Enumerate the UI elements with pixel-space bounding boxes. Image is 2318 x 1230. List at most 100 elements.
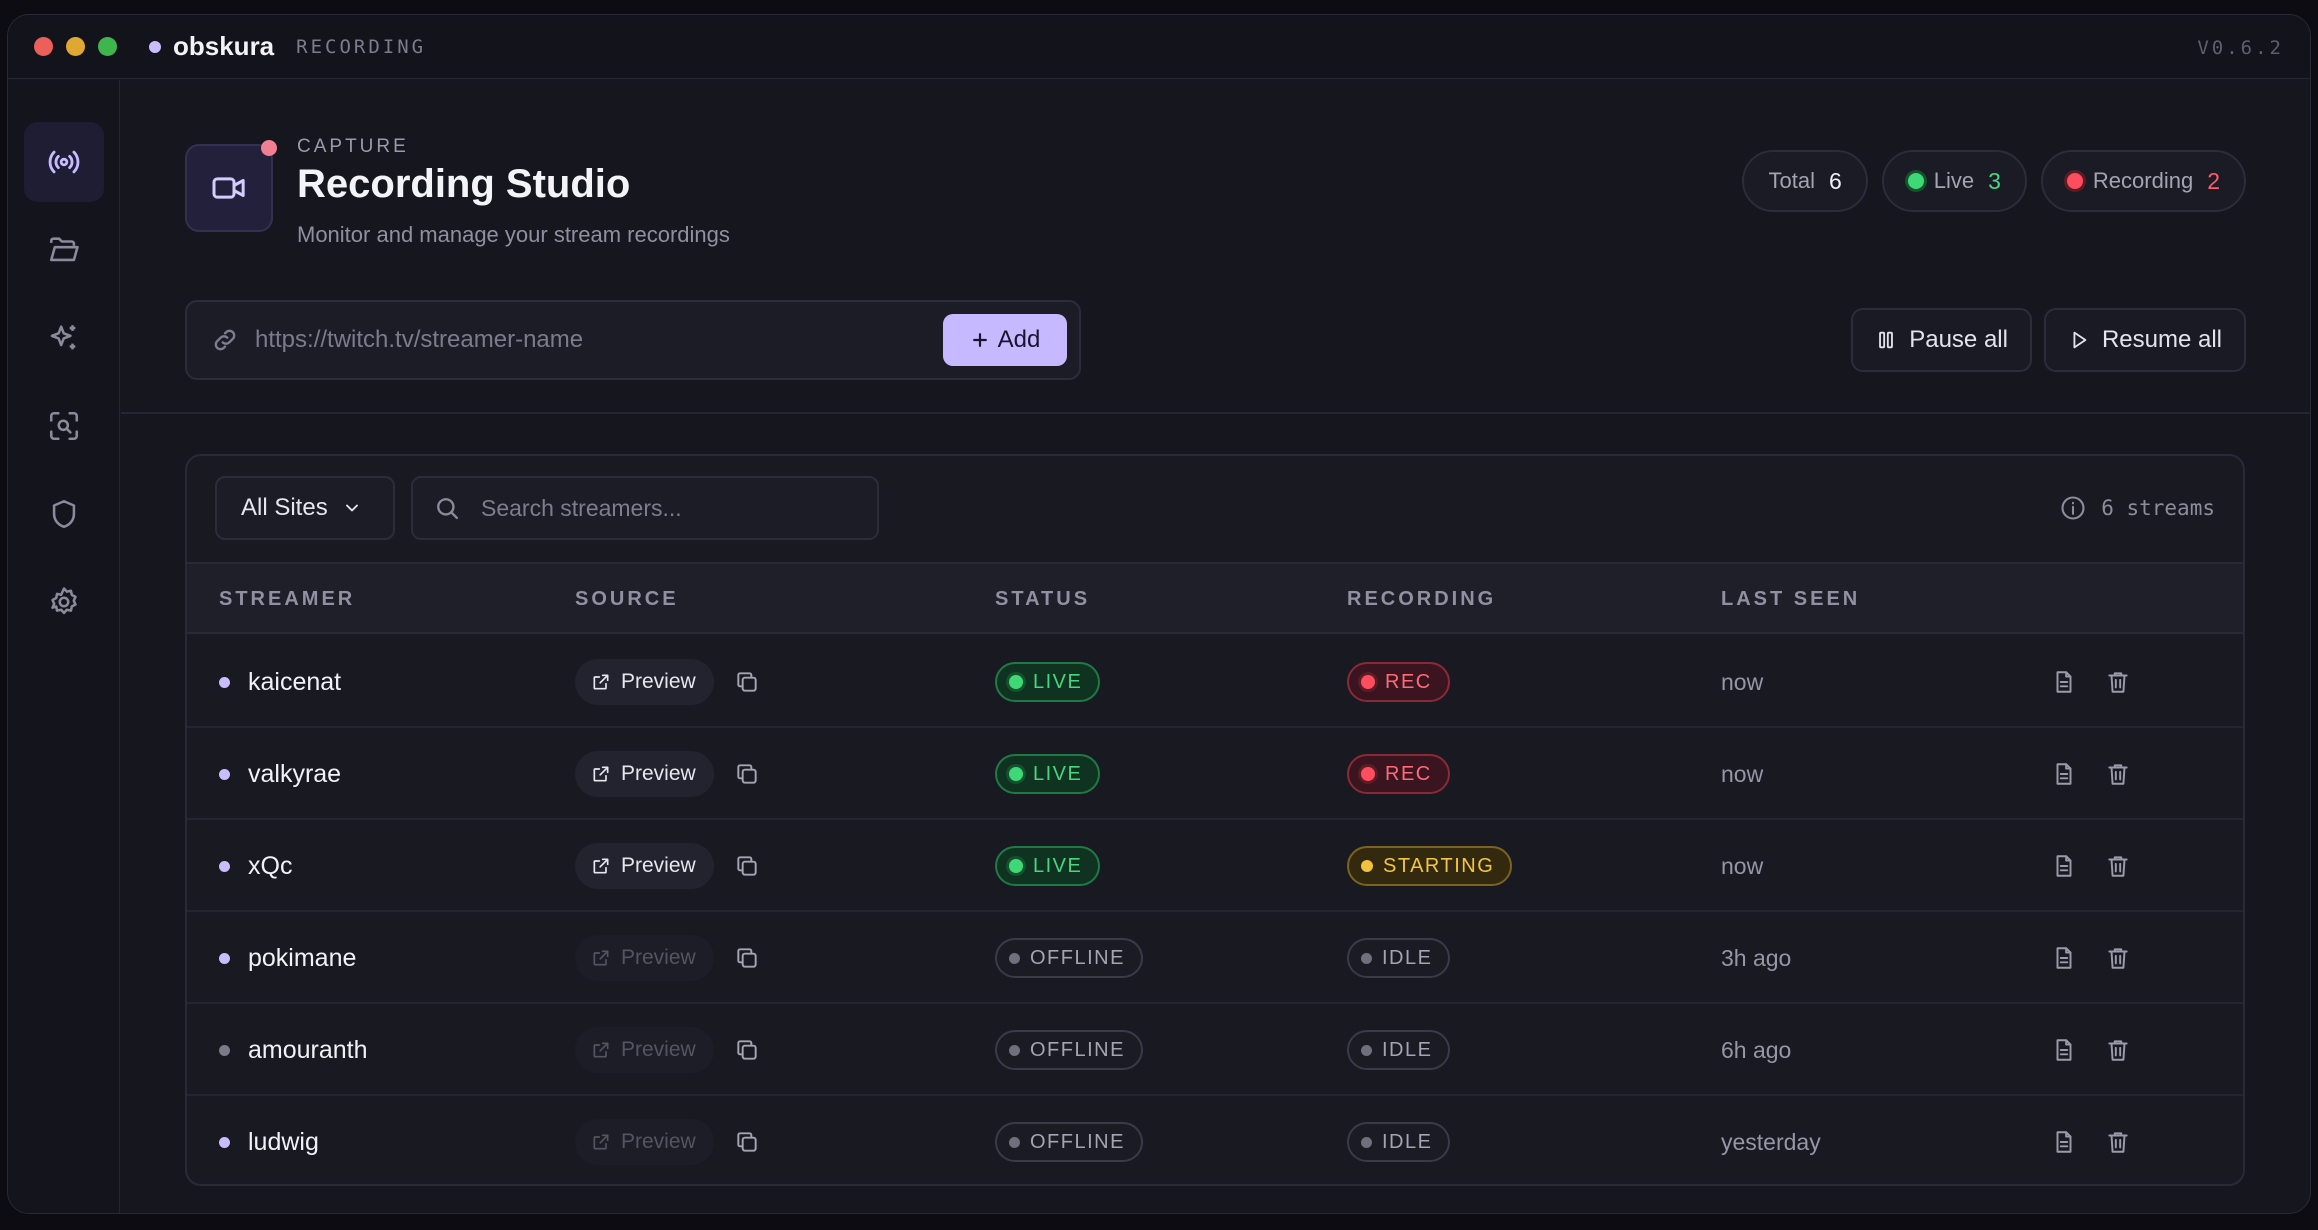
last-seen-cell: now <box>1721 636 1763 728</box>
streamer-name[interactable]: pokimane <box>248 944 356 973</box>
app-version: V0.6.2 <box>2197 37 2284 59</box>
status-cell: LIVE <box>995 728 1101 820</box>
preview-button[interactable]: Preview <box>575 935 714 981</box>
status-cell: LIVE <box>995 636 1101 728</box>
recording-indicator-dot <box>261 140 277 156</box>
plus-icon <box>972 333 987 347</box>
last-seen-value: yesterday <box>1721 1128 1821 1155</box>
preview-button[interactable]: Preview <box>575 843 714 889</box>
copy-url-button[interactable] <box>732 1127 762 1157</box>
external-link-icon <box>593 858 609 874</box>
table-row: ludwig Preview OFFLINE IDLE yesterday <box>187 1096 2243 1184</box>
sidebar-item-files[interactable] <box>24 210 104 290</box>
add-stream-button[interactable]: Add <box>943 314 1067 366</box>
delete-stream-button[interactable] <box>2103 851 2133 881</box>
streamer-cell: kaicenat <box>219 636 341 728</box>
gear-icon <box>51 587 77 615</box>
copy-url-button[interactable] <box>732 667 762 697</box>
copy-url-button[interactable] <box>732 1035 762 1065</box>
view-log-button[interactable] <box>2049 759 2079 789</box>
delete-stream-button[interactable] <box>2103 1127 2133 1157</box>
site-filter-value: All Sites <box>241 494 328 521</box>
recording-cell: IDLE <box>1347 1004 1451 1096</box>
last-seen-value: 6h ago <box>1721 1036 1792 1063</box>
column-header-streamer[interactable]: STREAMER <box>219 588 355 611</box>
table-row: pokimane Preview OFFLINE IDLE 3h ago <box>187 912 2243 1004</box>
brand-dot-icon <box>149 40 161 53</box>
external-link-icon <box>593 1042 609 1058</box>
table-header: STREAMER SOURCE STATUS RECORDING LAST SE… <box>187 562 2243 634</box>
last-seen-cell: yesterday <box>1721 1096 1821 1184</box>
copy-url-button[interactable] <box>732 943 762 973</box>
sidebar-item-security[interactable] <box>24 474 104 554</box>
status-badge: OFFLINE <box>995 1030 1143 1070</box>
stream-url-input[interactable] <box>255 320 943 360</box>
delete-stream-button[interactable] <box>2103 943 2133 973</box>
streamer-name[interactable]: valkyrae <box>248 760 341 789</box>
maximize-window-button[interactable] <box>98 37 117 56</box>
recording-label: STARTING <box>1383 854 1495 877</box>
preview-button[interactable]: Preview <box>575 751 714 797</box>
scan-search-icon <box>49 411 79 441</box>
column-header-status[interactable]: STATUS <box>995 588 1090 611</box>
preview-button[interactable]: Preview <box>575 1027 714 1073</box>
trash-icon <box>2108 764 2128 785</box>
log-file-icon <box>2056 1131 2072 1153</box>
status-dot-icon <box>1009 767 1023 781</box>
minimize-window-button[interactable] <box>66 37 85 56</box>
sparkles-icon <box>50 325 76 350</box>
preview-button[interactable]: Preview <box>575 1119 714 1165</box>
view-log-button[interactable] <box>2049 851 2079 881</box>
source-cell: Preview <box>575 1096 762 1184</box>
copy-url-button[interactable] <box>732 759 762 789</box>
view-log-button[interactable] <box>2049 1127 2079 1157</box>
streamer-name[interactable]: amouranth <box>248 1036 368 1065</box>
status-cell: OFFLINE <box>995 1096 1143 1184</box>
table-row: valkyrae Preview LIVE REC now <box>187 728 2243 820</box>
recording-dot-icon <box>1361 1136 1372 1148</box>
delete-stream-button[interactable] <box>2103 759 2133 789</box>
copy-icon <box>737 1040 757 1060</box>
view-log-button[interactable] <box>2049 943 2079 973</box>
status-badge: OFFLINE <box>995 938 1143 978</box>
column-header-recording[interactable]: RECORDING <box>1347 588 1496 611</box>
page-subtitle: Monitor and manage your stream recording… <box>297 222 730 247</box>
trash-icon <box>2108 672 2128 693</box>
recording-label: IDLE <box>1382 946 1433 969</box>
page-title: Recording Studio <box>297 162 631 206</box>
copy-url-button[interactable] <box>732 851 762 881</box>
view-log-button[interactable] <box>2049 1035 2079 1065</box>
row-actions <box>2049 912 2133 1004</box>
status-label: OFFLINE <box>1030 946 1125 969</box>
status-badge: LIVE <box>995 846 1101 886</box>
streamer-name[interactable]: ludwig <box>248 1128 319 1157</box>
resume-all-button[interactable]: Resume all <box>2043 308 2246 372</box>
folder-icon <box>49 237 79 262</box>
delete-stream-button[interactable] <box>2103 1035 2133 1065</box>
delete-stream-button[interactable] <box>2103 667 2133 697</box>
last-seen-value: 3h ago <box>1721 944 1792 971</box>
streamer-name[interactable]: kaicenat <box>248 668 341 697</box>
streamer-name[interactable]: xQc <box>248 852 292 881</box>
close-window-button[interactable] <box>34 37 53 56</box>
streamer-cell: amouranth <box>219 1004 368 1096</box>
sidebar-item-settings[interactable] <box>24 562 104 642</box>
live-dot-icon <box>1907 173 1924 189</box>
recording-cell: IDLE <box>1347 1096 1451 1184</box>
search-input[interactable] <box>481 488 877 528</box>
streamer-dot-icon <box>219 676 230 688</box>
pause-all-button[interactable]: Pause all <box>1851 308 2032 372</box>
stat-live-value: 3 <box>1988 167 2001 194</box>
sidebar-item-recording[interactable] <box>24 122 104 202</box>
copy-icon <box>737 856 757 876</box>
streamer-cell: xQc <box>219 820 292 912</box>
column-header-last-seen[interactable]: LAST SEEN <box>1721 588 1860 611</box>
recording-label: REC <box>1385 762 1432 785</box>
site-filter-select[interactable]: All Sites <box>215 476 395 540</box>
view-log-button[interactable] <box>2049 667 2079 697</box>
sidebar-item-ai[interactable] <box>24 298 104 378</box>
recording-dot-icon <box>1361 675 1375 689</box>
preview-button[interactable]: Preview <box>575 659 714 705</box>
column-header-source[interactable]: SOURCE <box>575 588 679 611</box>
sidebar-item-scan[interactable] <box>24 386 104 466</box>
